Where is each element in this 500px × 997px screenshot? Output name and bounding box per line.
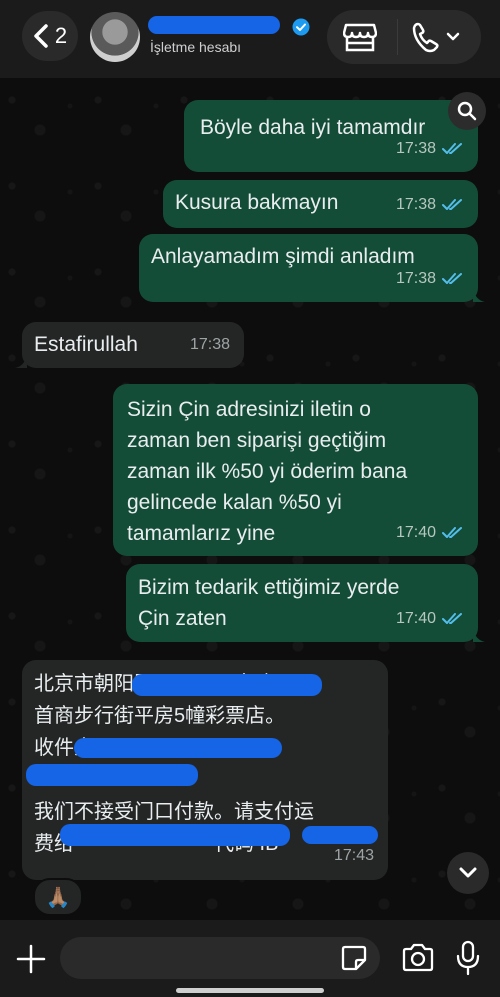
double-check-icon <box>442 526 462 538</box>
header-divider <box>397 19 398 55</box>
message-time: 17:38 <box>395 196 436 213</box>
message-meta: 17:38 <box>396 189 464 220</box>
redaction-mark <box>60 824 290 846</box>
message-bubble-incoming[interactable]: 北京市朝阳区 南路3号 首商步行街平房5幢彩票店。 收件人： 我们不接受门口付款… <box>22 660 388 880</box>
message-bubble-incoming[interactable]: Estafirullah 17:38 <box>15 322 244 368</box>
redaction-mark <box>26 764 198 786</box>
phone-icon[interactable] <box>410 20 466 54</box>
chevron-left-icon <box>34 24 48 48</box>
scroll-to-bottom-button[interactable] <box>447 852 489 894</box>
message-meta: 17:38 <box>190 329 230 360</box>
unread-count: 2 <box>54 23 68 48</box>
double-check-icon <box>442 272 462 284</box>
message-line: Sizin Çin adresinizi iletin o <box>127 398 371 421</box>
message-time: 17:43 <box>333 847 374 864</box>
message-input[interactable] <box>60 937 380 979</box>
sticker-icon[interactable] <box>340 944 368 972</box>
message-meta: 17:43 <box>334 840 374 872</box>
message-reaction[interactable]: 🙏🏽 <box>33 878 83 916</box>
bubble-tail <box>473 628 485 642</box>
avatar[interactable] <box>90 12 140 62</box>
search-button[interactable] <box>448 92 486 130</box>
message-line: Bizim tedarik ettiğimiz yerde <box>138 576 400 599</box>
double-check-icon <box>442 142 462 154</box>
message-line: gelincede kalan %50 yi <box>127 491 342 514</box>
account-type-label: İşletme hesabı <box>150 39 242 55</box>
message-line: 首商步行街平房5幢彩票店。 <box>34 705 286 727</box>
bubble-tail <box>15 354 27 368</box>
redaction-mark <box>74 738 282 758</box>
message-bubble-outgoing[interactable]: Kusura bakmayın 17:38 <box>163 180 478 228</box>
message-line: zaman ilk %50 yi öderim bana <box>127 460 408 483</box>
double-check-icon <box>442 198 462 210</box>
store-icon[interactable] <box>343 22 377 52</box>
redaction-mark <box>132 674 322 696</box>
message-meta: 17:38 <box>396 133 464 164</box>
double-check-icon <box>442 612 462 624</box>
plus-icon[interactable] <box>14 942 48 976</box>
message-meta: 17:38 <box>396 263 464 294</box>
back-button[interactable]: 2 <box>22 11 78 61</box>
bubble-tail <box>473 288 485 302</box>
search-icon <box>457 101 477 121</box>
message-bubble-outgoing[interactable]: Böyle daha iyi tamamdır 17:38 <box>184 100 478 172</box>
message-bubble-outgoing[interactable]: Sizin Çin adresinizi iletin o zaman ben … <box>113 384 478 556</box>
message-line: zaman ben siparişi geçtiğim <box>127 429 387 452</box>
message-meta: 17:40 <box>396 517 464 548</box>
home-indicator <box>176 988 324 993</box>
microphone-icon[interactable] <box>455 940 481 976</box>
message-bubble-outgoing[interactable]: Bizim tedarik ettiğimiz yerde Çin zaten … <box>126 564 485 642</box>
verified-badge-icon <box>292 18 310 36</box>
chevron-down-icon <box>446 32 460 41</box>
message-meta: 17:40 <box>396 603 464 634</box>
message-time: 17:38 <box>189 336 230 353</box>
message-time: 17:40 <box>395 610 436 627</box>
message-time: 17:40 <box>395 524 436 541</box>
contact-name[interactable] <box>148 16 280 34</box>
redaction-mark <box>302 826 378 844</box>
chevron-down-icon <box>459 867 477 878</box>
message-bubble-outgoing[interactable]: Anlayamadım şimdi anladım 17:38 <box>139 234 485 302</box>
message-time: 17:38 <box>395 270 436 287</box>
camera-icon[interactable] <box>401 942 435 974</box>
message-time: 17:38 <box>395 140 436 157</box>
